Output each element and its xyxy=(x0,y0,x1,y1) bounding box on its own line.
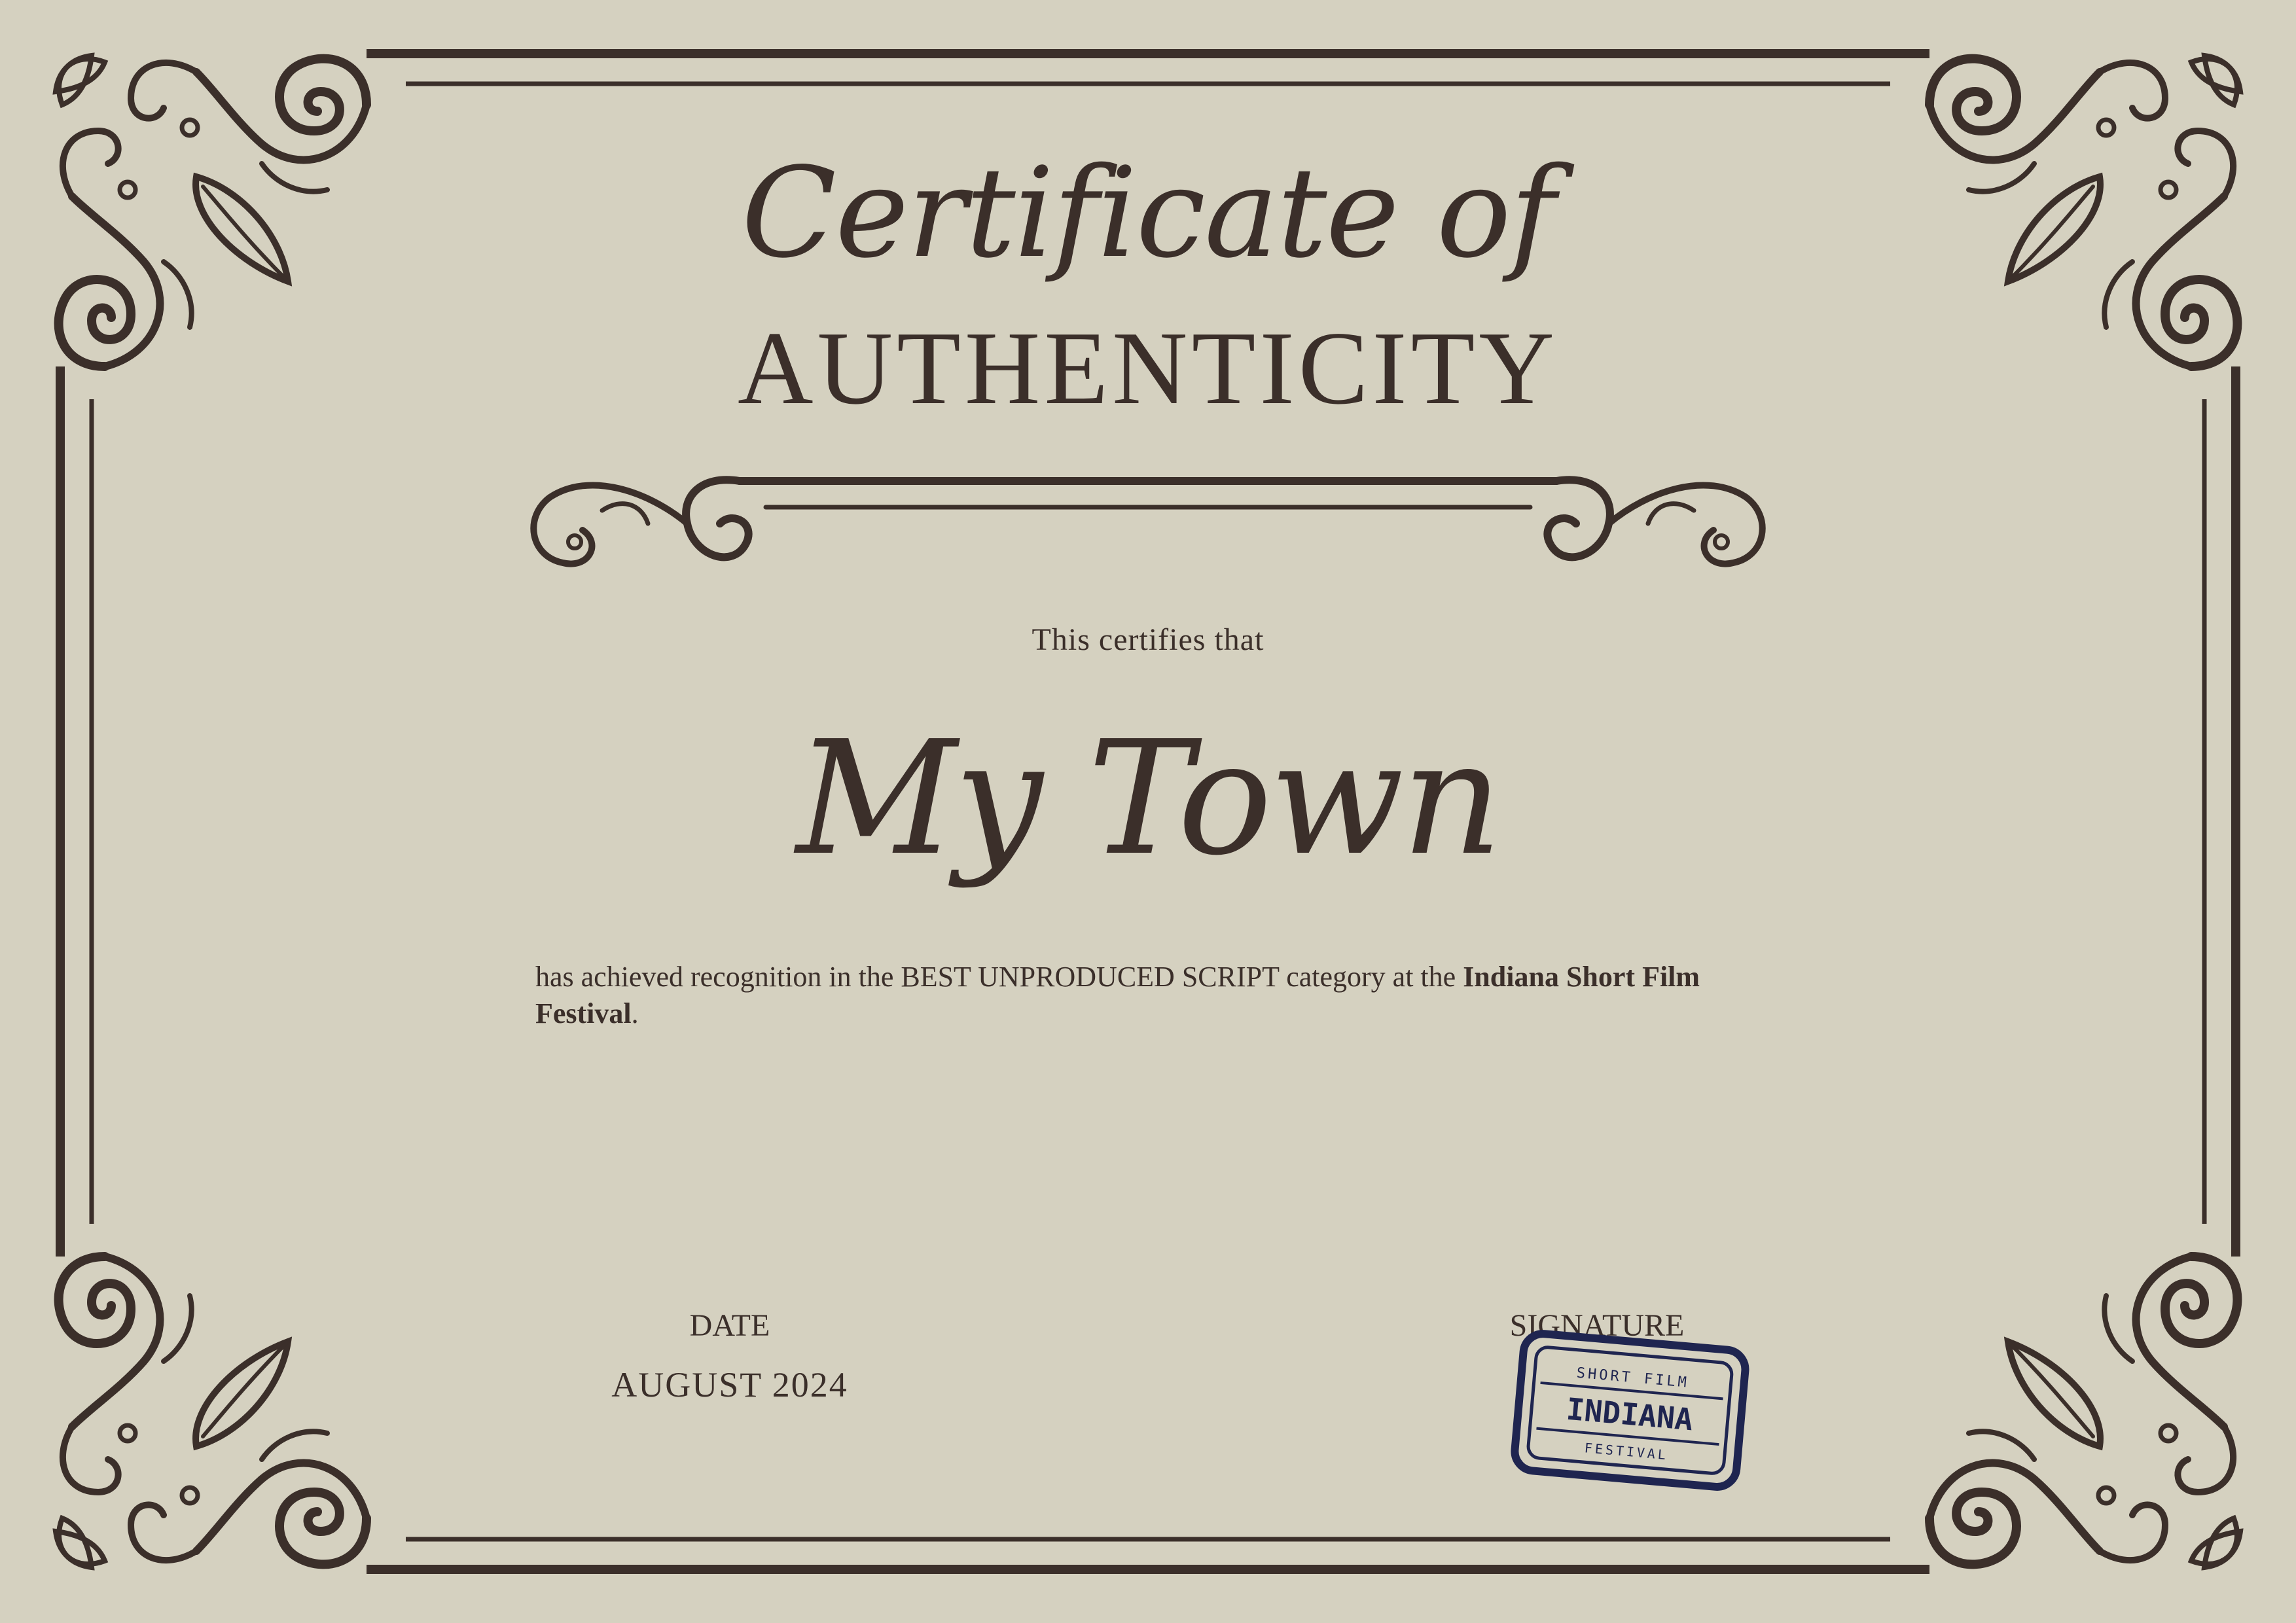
festival-stamp: SHORT FILM INDIANA FESTIVAL xyxy=(1511,1330,1749,1491)
recognition-text-part1: has achieved recognition in the BEST UNP… xyxy=(535,961,1463,993)
date-value: AUGUST 2024 xyxy=(611,1365,848,1404)
date-label: DATE xyxy=(689,1308,770,1343)
stamp-main-text: INDIANA xyxy=(1565,1391,1695,1438)
certificate-title-script: Certificate of xyxy=(741,141,1556,285)
certifies-line: This certifies that xyxy=(1031,622,1265,657)
recognition-text: has achieved recognition in the BEST UNP… xyxy=(535,959,1713,1032)
recipient-name: My Town xyxy=(796,707,1503,890)
certificate-title: AUTHENTICITY xyxy=(738,310,1558,426)
stamp-bottom-text: FESTIVAL xyxy=(1584,1440,1669,1463)
recognition-text-end: . xyxy=(631,997,639,1029)
